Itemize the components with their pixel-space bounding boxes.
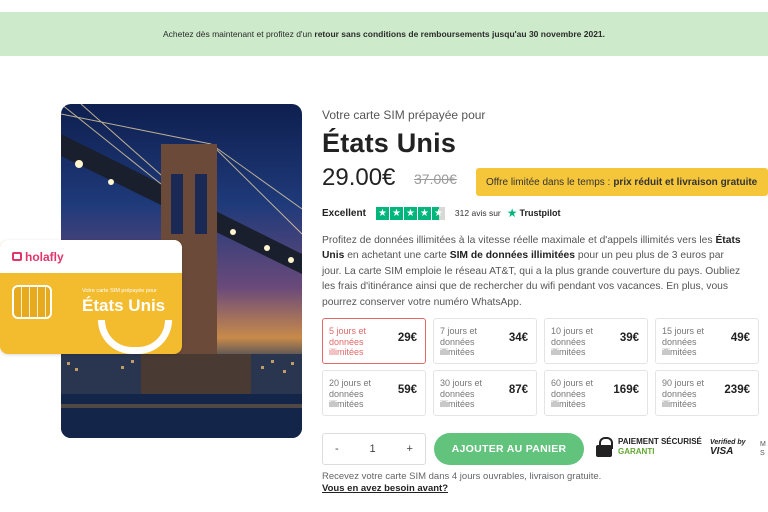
star-icon: ★ xyxy=(403,206,417,220)
plan-price: 59€ xyxy=(397,384,417,396)
sim-chip-icon xyxy=(12,285,52,319)
quantity-value[interactable]: 1 xyxy=(370,443,376,455)
current-price: 29.00€ xyxy=(322,164,396,191)
plan-label: 5 jours et données illimitées xyxy=(329,326,367,357)
old-price: 37.00€ xyxy=(414,171,457,187)
holafly-logo-icon xyxy=(12,252,22,261)
plan-option-30-days[interactable]: 30 jours et données illimitées 87€ xyxy=(433,370,537,416)
plan-option-60-days[interactable]: 60 jours et données illimitées 169€ xyxy=(544,370,648,416)
sim-card-image: holafly Votre carte SIM prépayée pour Ét… xyxy=(0,240,182,354)
sim-card-title: États Unis xyxy=(82,296,166,315)
trustpilot-star-icon: ★ xyxy=(506,206,518,220)
plan-option-5-days[interactable]: 5 jours et données illimitées 29€ xyxy=(322,318,426,364)
delivery-info: Recevez votre carte SIM dans 4 jours ouv… xyxy=(322,471,602,482)
plan-label: 90 jours et données illimitées xyxy=(662,378,705,409)
secure-payment-guarantee: GARANTI xyxy=(618,447,655,456)
product-description: Profitez de données illimitées à la vite… xyxy=(322,235,741,308)
offer-badge: Offre limitée dans le temps : prix réduit… xyxy=(476,168,768,196)
plan-price: 39€ xyxy=(619,332,639,344)
verified-by-visa-logo: Verified by VISA xyxy=(710,439,746,457)
rating-row[interactable]: Excellent ★ ★ ★ ★ ★ 312 avis sur ★ Trust… xyxy=(322,206,561,220)
review-count[interactable]: 312 avis sur xyxy=(455,208,501,218)
plan-option-90-days[interactable]: 90 jours et données illimitées 239€ xyxy=(655,370,759,416)
secure-payment-badge: PAIEMENT SÉCURISÉ GARANTI xyxy=(596,437,702,457)
plan-label: 10 jours et données illimitées xyxy=(551,326,594,357)
promo-text: Achetez dès maintenant et profitez d'un … xyxy=(162,29,606,39)
secure-payment-label: PAIEMENT SÉCURISÉ xyxy=(618,437,702,446)
promo-highlight: retour sans conditions de remboursements… xyxy=(314,29,606,39)
plan-option-15-days[interactable]: 15 jours et données illimitées 49€ xyxy=(655,318,759,364)
rating-stars: ★ ★ ★ ★ ★ xyxy=(375,206,445,220)
plan-label: 15 jours et données illimitées xyxy=(662,326,705,357)
decrease-quantity-button[interactable]: - xyxy=(335,443,339,455)
rating-label: Excellent xyxy=(322,207,366,219)
plan-price: 239€ xyxy=(724,384,750,396)
plan-price: 169€ xyxy=(613,384,639,396)
plan-price: 49€ xyxy=(730,332,750,344)
plan-option-10-days[interactable]: 10 jours et données illimitées 39€ xyxy=(544,318,648,364)
star-icon: ★ xyxy=(417,206,431,220)
plan-option-20-days[interactable]: 20 jours et données illimitées 59€ xyxy=(322,370,426,416)
star-half-icon: ★ xyxy=(431,206,445,220)
sim-card-decoration xyxy=(98,320,172,354)
plan-label: 60 jours et données illimitées xyxy=(551,378,594,409)
plan-label: 30 jours et données illimitées xyxy=(440,378,483,409)
plan-label: 7 jours et données illimitées xyxy=(440,326,478,357)
star-icon: ★ xyxy=(375,206,389,220)
star-icon: ★ xyxy=(389,206,403,220)
promo-banner: Achetez dès maintenant et profitez d'un … xyxy=(0,12,768,56)
page-title: États Unis xyxy=(322,128,457,158)
plan-label: 20 jours et données illimitées xyxy=(329,378,372,409)
increase-quantity-button[interactable]: + xyxy=(407,443,413,455)
product-subtitle: Votre carte SIM prépayée pour xyxy=(322,108,486,122)
sim-card-caption: Votre carte SIM prépayée pour xyxy=(82,288,157,294)
plan-price: 34€ xyxy=(508,332,528,344)
quantity-stepper: - 1 + xyxy=(322,433,426,465)
holafly-logo: holafly xyxy=(12,250,64,264)
plan-options: 5 jours et données illimitées 29€ 7 jour… xyxy=(322,318,762,416)
sim-card-header: holafly xyxy=(0,240,182,273)
plan-price: 87€ xyxy=(508,384,528,396)
plan-price: 29€ xyxy=(397,332,417,344)
trustpilot-logo[interactable]: ★ Trustpilot xyxy=(507,206,561,220)
need-it-sooner-link[interactable]: Vous en avez besoin avant? xyxy=(322,483,448,494)
lock-icon xyxy=(596,437,613,457)
add-to-cart-button[interactable]: AJOUTER AU PANIER xyxy=(434,433,584,465)
plan-option-7-days[interactable]: 7 jours et données illimitées 34€ xyxy=(433,318,537,364)
mastercard-securecode-logo: M S xyxy=(760,441,766,457)
